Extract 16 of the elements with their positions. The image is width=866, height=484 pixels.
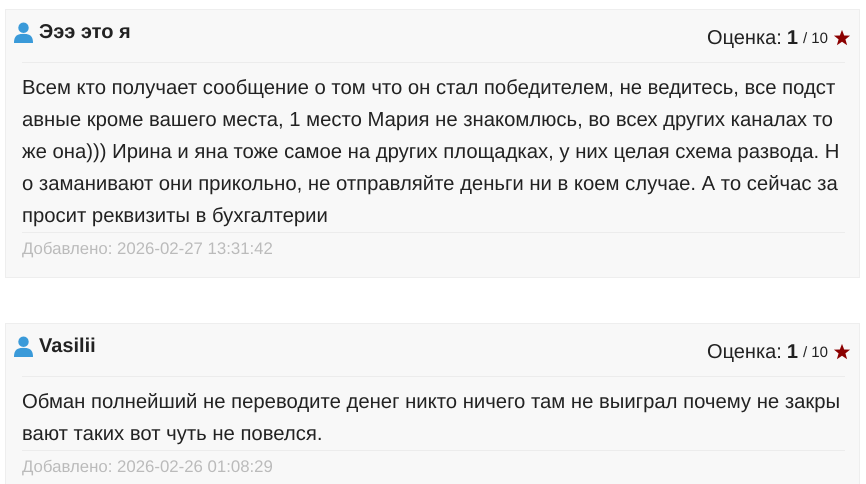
author-name: Vasilii <box>39 334 96 358</box>
star-icon <box>833 29 851 47</box>
author-name: Эээ это я <box>39 20 131 44</box>
rating-value: 1 <box>786 26 798 50</box>
user-icon <box>14 22 33 42</box>
star-icon <box>833 343 851 361</box>
added-date: Добавлено: 2026-02-26 01:08:29 <box>22 457 273 476</box>
rating-label: Оценка: <box>707 340 782 364</box>
rating-value: 1 <box>786 340 798 364</box>
review-text: Обман полнейший не переводите денег никто ничего там не выиграл почему не закрывают таких вот чуть не повелся. <box>22 390 842 447</box>
added-date: Добавлено: 2026-02-27 13:31:42 <box>22 239 273 258</box>
rating-max: / 10 <box>802 344 828 360</box>
rating-max: / 10 <box>802 30 828 46</box>
rating-label: Оценка: <box>707 26 782 50</box>
review-text: Всем кто получает сообщение о том что он стал победителем, не ведитесь, все подставные кроме вашего места, 1 место Мария не знакомлюсь, во всех других каналах тоже она))) Ирина и яна тоже самое на других площадках, у них целая схема развода. Но заманивают они прикольно, не отправляйте деньги ни в коем случае. А то сейчас запросит реквизиты в бухгалтерии <box>22 76 840 229</box>
user-icon <box>14 336 33 356</box>
